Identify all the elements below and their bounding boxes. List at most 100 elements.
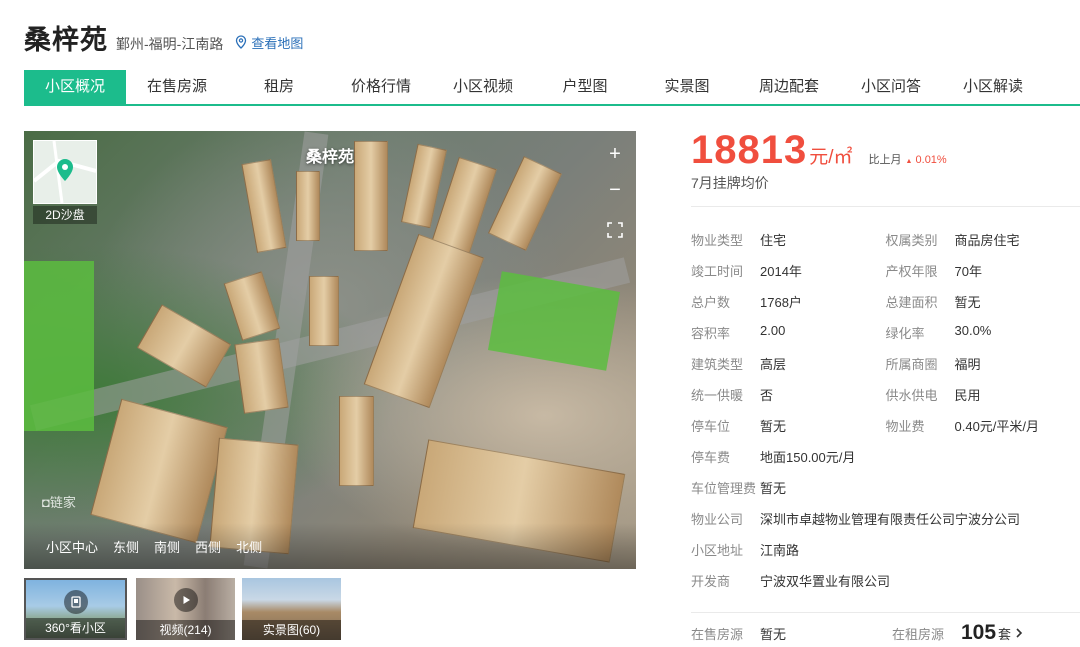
building xyxy=(309,276,339,346)
info-row: 小区地址 江南路 xyxy=(691,534,1080,565)
view-map-label: 查看地图 xyxy=(251,35,304,51)
tab-rent[interactable]: 租房 xyxy=(228,70,330,104)
location-breadcrumb: 鄞州-福明-江南路 xyxy=(116,36,224,52)
price-description: 7月挂牌均价 xyxy=(691,175,769,191)
direction-north[interactable]: 北侧 xyxy=(236,537,262,556)
2d-sandbox-label: 2D沙盘 xyxy=(33,206,97,224)
building xyxy=(223,271,281,341)
info-row: 建筑类型 高层 所属商圈 福明 xyxy=(691,348,1080,379)
tab-for-sale[interactable]: 在售房源 xyxy=(126,70,228,104)
for-rent-link[interactable]: 在租房源 105 套 xyxy=(892,621,1024,645)
info-row: 物业公司 深圳市卓越物业管理有限责任公司宁波分公司 xyxy=(691,503,1080,534)
tab-qa[interactable]: 小区问答 xyxy=(840,70,942,104)
info-value: 地面150.00元/月 xyxy=(760,450,856,465)
tab-photos[interactable]: 实景图 xyxy=(636,70,738,104)
for-rent-label: 在租房源 xyxy=(892,627,945,642)
info-row: 车位管理费 暂无 xyxy=(691,472,1080,503)
info-value: 30.0% xyxy=(954,323,992,338)
info-value: 江南路 xyxy=(760,543,800,558)
info-row: 统一供暖 否 供水供电 民用 xyxy=(691,379,1080,410)
info-label: 产权年限 xyxy=(885,264,938,279)
play-icon xyxy=(173,588,198,612)
tab-video[interactable]: 小区视频 xyxy=(432,70,534,104)
divider xyxy=(691,612,1080,613)
info-label: 统一供暖 xyxy=(691,388,744,403)
info-value: 宁波双华置业有限公司 xyxy=(760,574,891,589)
tab-overview[interactable]: 小区概况 xyxy=(24,70,126,104)
info-label: 总户数 xyxy=(691,295,731,310)
info-label: 物业费 xyxy=(885,419,925,434)
view-map-link[interactable]: 查看地图 xyxy=(235,33,303,52)
info-value: 2.00 xyxy=(760,323,786,338)
info-row: 开发商 宁波双华置业有限公司 xyxy=(691,565,1080,596)
info-row: 容积率 2.00 绿化率 30.0% xyxy=(691,317,1080,348)
info-label: 建筑类型 xyxy=(691,357,744,372)
page-header: 桑梓苑 鄞州-福明-江南路 查看地图 xyxy=(24,18,303,55)
for-rent-count: 105 xyxy=(961,621,997,644)
media-thumbnails: 360°看小区 视频(214) 实景图(60) xyxy=(24,578,348,640)
info-label: 车位管理费 xyxy=(691,481,757,496)
info-label: 小区地址 xyxy=(691,543,744,558)
info-value: 0.40元/平米/月 xyxy=(954,419,1040,434)
fullscreen-button[interactable] xyxy=(604,221,626,243)
for-sale-summary[interactable]: 在售房源 暂无 xyxy=(691,624,892,643)
tab-surroundings[interactable]: 周边配套 xyxy=(738,70,840,104)
zoom-out-button[interactable]: − xyxy=(604,179,626,201)
direction-south[interactable]: 南侧 xyxy=(154,537,180,556)
aerial-community-name: 桑梓苑 xyxy=(305,149,354,166)
info-value: 住宅 xyxy=(760,233,787,248)
building xyxy=(488,156,562,251)
zoom-in-button[interactable]: + xyxy=(604,143,626,165)
community-info-table: 物业类型 住宅 权属类别 商品房住宅 竣工时间 2014年 产权年限 70年 总户数 17… xyxy=(691,224,1080,596)
info-label: 物业类型 xyxy=(691,233,744,248)
info-label: 总建面积 xyxy=(885,295,938,310)
aerial-panorama-view[interactable]: 桑梓苑 2D沙盘 + − ◘链家 小区中心 东侧 南侧 西侧 北侧 xyxy=(24,131,636,569)
page-title: 桑梓苑 xyxy=(24,25,108,55)
2d-sandbox-minimap[interactable] xyxy=(32,140,97,204)
lawn xyxy=(24,261,94,431)
fullscreen-icon xyxy=(607,222,623,238)
for-sale-label: 在售房源 xyxy=(691,626,744,642)
building xyxy=(296,171,320,241)
info-value: 民用 xyxy=(954,388,981,403)
tab-analysis[interactable]: 小区解读 xyxy=(942,70,1044,104)
info-label: 权属类别 xyxy=(885,233,938,248)
info-label: 停车费 xyxy=(691,450,731,465)
tab-floor-plan[interactable]: 户型图 xyxy=(534,70,636,104)
month-over-month: 比上月 ▲ 0.01% xyxy=(869,151,947,167)
listings-summary: 在售房源 暂无 在租房源 105 套 xyxy=(691,618,1080,647)
info-label: 供水供电 xyxy=(885,388,938,403)
info-value: 1768户 xyxy=(760,295,802,310)
average-price: 18813 xyxy=(691,128,808,172)
info-value: 暂无 xyxy=(954,295,981,310)
up-arrow-icon: ▲ xyxy=(905,158,913,165)
direction-west[interactable]: 西侧 xyxy=(195,537,221,556)
info-value: 深圳市卓越物业管理有限责任公司宁波分公司 xyxy=(760,512,1021,527)
info-row: 物业类型 住宅 权属类别 商品房住宅 xyxy=(691,224,1080,255)
mom-label: 比上月 xyxy=(868,154,902,166)
info-value: 否 xyxy=(760,388,774,403)
info-row: 停车费 地面150.00元/月 xyxy=(691,441,1080,472)
mom-value: 0.01% xyxy=(915,154,947,166)
info-label: 容积率 xyxy=(691,326,731,341)
panorama-icon xyxy=(63,590,88,614)
info-label: 停车位 xyxy=(691,419,731,434)
direction-selector: 小区中心 东侧 南侧 西侧 北侧 xyxy=(24,523,636,569)
info-value: 商品房住宅 xyxy=(954,233,1020,248)
tab-price-trend[interactable]: 价格行情 xyxy=(330,70,432,104)
info-label: 开发商 xyxy=(691,574,731,589)
direction-east[interactable]: 东侧 xyxy=(113,537,139,556)
info-label: 竣工时间 xyxy=(691,264,744,279)
building xyxy=(234,338,289,414)
photos-thumbnail[interactable]: 实景图(60) xyxy=(242,578,341,640)
location-pin-icon xyxy=(236,35,247,49)
info-value: 70年 xyxy=(954,264,982,279)
chevron-right-icon xyxy=(1016,628,1023,638)
info-value: 2014年 xyxy=(760,264,802,279)
panorama-thumbnail[interactable]: 360°看小区 xyxy=(24,578,127,640)
video-thumbnail[interactable]: 视频(214) xyxy=(136,578,235,640)
building xyxy=(241,159,287,253)
direction-center[interactable]: 小区中心 xyxy=(46,537,98,556)
info-value: 暂无 xyxy=(760,481,787,496)
building xyxy=(339,396,374,486)
